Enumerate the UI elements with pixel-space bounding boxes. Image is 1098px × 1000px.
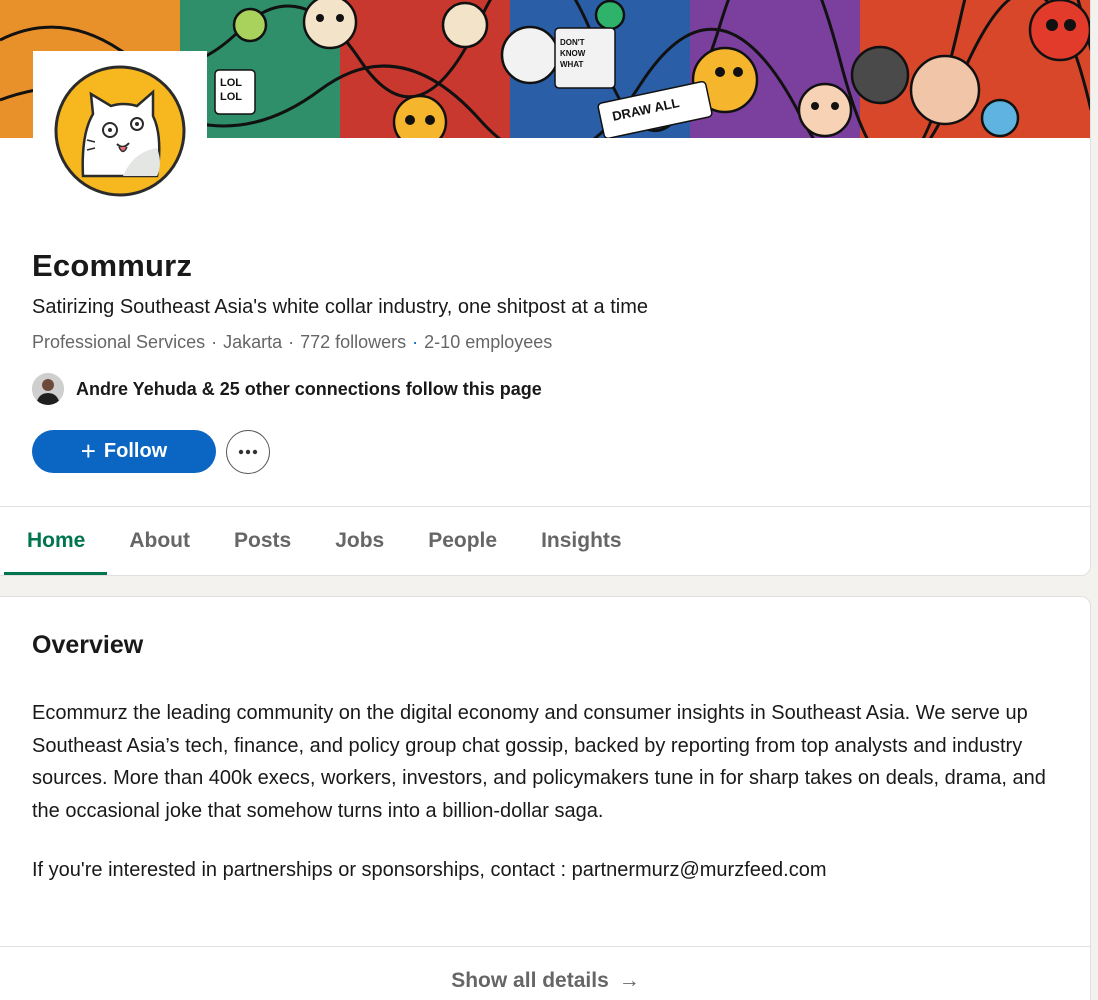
employees-link[interactable]: 2-10 employees — [424, 332, 552, 352]
overview-title: Overview — [32, 631, 144, 659]
company-logo[interactable] — [33, 51, 207, 211]
company-tagline: Satirizing Southeast Asia's white collar… — [32, 296, 648, 318]
overview-contact: If you're interested in partnerships or … — [32, 859, 827, 881]
industry-label: Professional Services — [32, 332, 206, 352]
arrow-right-icon: → — [618, 969, 640, 992]
follow-label: Follow — [103, 440, 168, 462]
ellipsis-icon — [238, 449, 258, 455]
svg-text:WHAT: WHAT — [560, 60, 584, 69]
follow-button[interactable]: + Follow — [32, 430, 216, 473]
overview-divider — [0, 946, 1091, 947]
svg-text:DON'T: DON'T — [560, 38, 585, 47]
company-tabs: Home About Posts Jobs People Insights — [0, 507, 644, 575]
tab-about[interactable]: About — [107, 507, 212, 575]
overview-card: Overview Ecommurz the leading community … — [0, 596, 1091, 1000]
show-all-label: Show all details — [451, 969, 609, 992]
connections-follow-row[interactable]: Andre Yehuda & 25 other connections foll… — [32, 372, 542, 406]
tab-posts[interactable]: Posts — [212, 507, 313, 575]
tab-people[interactable]: People — [406, 507, 519, 575]
svg-text:LOL: LOL — [220, 77, 242, 89]
svg-text:LOL: LOL — [220, 91, 242, 103]
meta-separator: · — [288, 332, 295, 352]
tab-insights[interactable]: Insights — [519, 507, 644, 575]
company-page: LOL LOL DRAW ALL DON'T KNOW WHAT Ecommur… — [0, 0, 1098, 1000]
tab-home[interactable]: Home — [0, 507, 108, 575]
tab-jobs[interactable]: Jobs — [313, 507, 406, 575]
company-name: Ecommurz — [32, 248, 193, 283]
overview-description: Ecommurz the leading community on the di… — [32, 702, 1046, 822]
company-top-card: LOL LOL DRAW ALL DON'T KNOW WHAT Ecommur… — [0, 0, 1091, 576]
plus-icon: + — [80, 435, 96, 466]
followers-count: 772 followers — [300, 332, 407, 352]
meta-separator: · — [211, 332, 218, 352]
svg-text:KNOW: KNOW — [560, 49, 586, 58]
company-meta: Professional Services · Jakarta · 772 follow… — [32, 332, 552, 353]
connections-text: Andre Yehuda & 25 other connections foll… — [76, 378, 542, 399]
location-label: Jakarta — [223, 332, 283, 352]
show-all-details-button[interactable]: Show all details → — [0, 969, 1091, 993]
more-options-button[interactable] — [226, 430, 270, 474]
connection-avatar — [32, 373, 64, 405]
meta-separator: · — [412, 332, 419, 352]
cat-logo-icon — [54, 65, 186, 197]
